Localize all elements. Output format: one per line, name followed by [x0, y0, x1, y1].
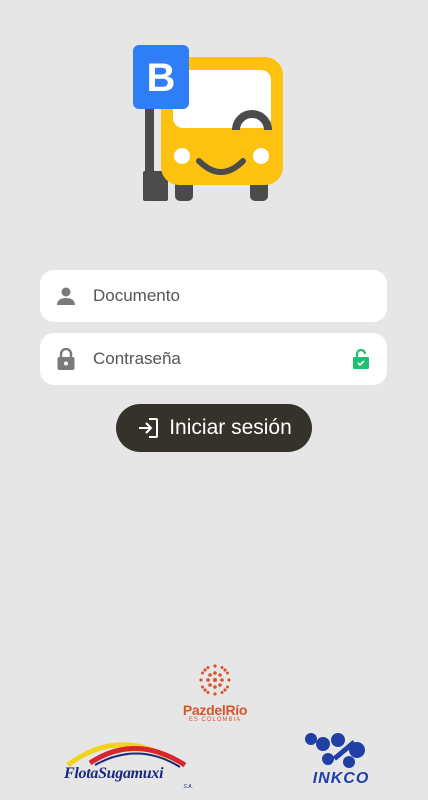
login-button[interactable]: Iniciar sesión [116, 404, 312, 452]
password-field[interactable] [40, 333, 387, 385]
app-logo: B [133, 45, 285, 205]
lock-icon [55, 348, 77, 370]
person-icon [55, 285, 77, 307]
inkco-mark-icon [305, 733, 365, 768]
pazdelrio-sun-icon [199, 664, 231, 696]
inkco-logo: INKCO [302, 730, 376, 792]
flota-sugamuxi-logo: FlotaSugamuxi S.A. [60, 735, 195, 793]
flota-suffix: S.A. [183, 784, 193, 790]
document-field[interactable] [40, 270, 387, 322]
lock-toggle-icon[interactable] [350, 348, 372, 370]
pazdelrio-name: PazdelRío [182, 702, 248, 718]
badge-letter: B [147, 56, 176, 100]
pazdelrio-logo: PazdelRío ES COLOMBIA [172, 660, 258, 732]
login-button-label: Iniciar sesión [169, 416, 292, 439]
password-input[interactable] [93, 349, 350, 369]
document-input[interactable] [93, 286, 387, 306]
flota-name: FlotaSugamuxi [64, 765, 164, 782]
inkco-name: INKCO [312, 770, 370, 787]
bus-stop-icon: B [133, 45, 283, 201]
login-icon [136, 416, 160, 440]
